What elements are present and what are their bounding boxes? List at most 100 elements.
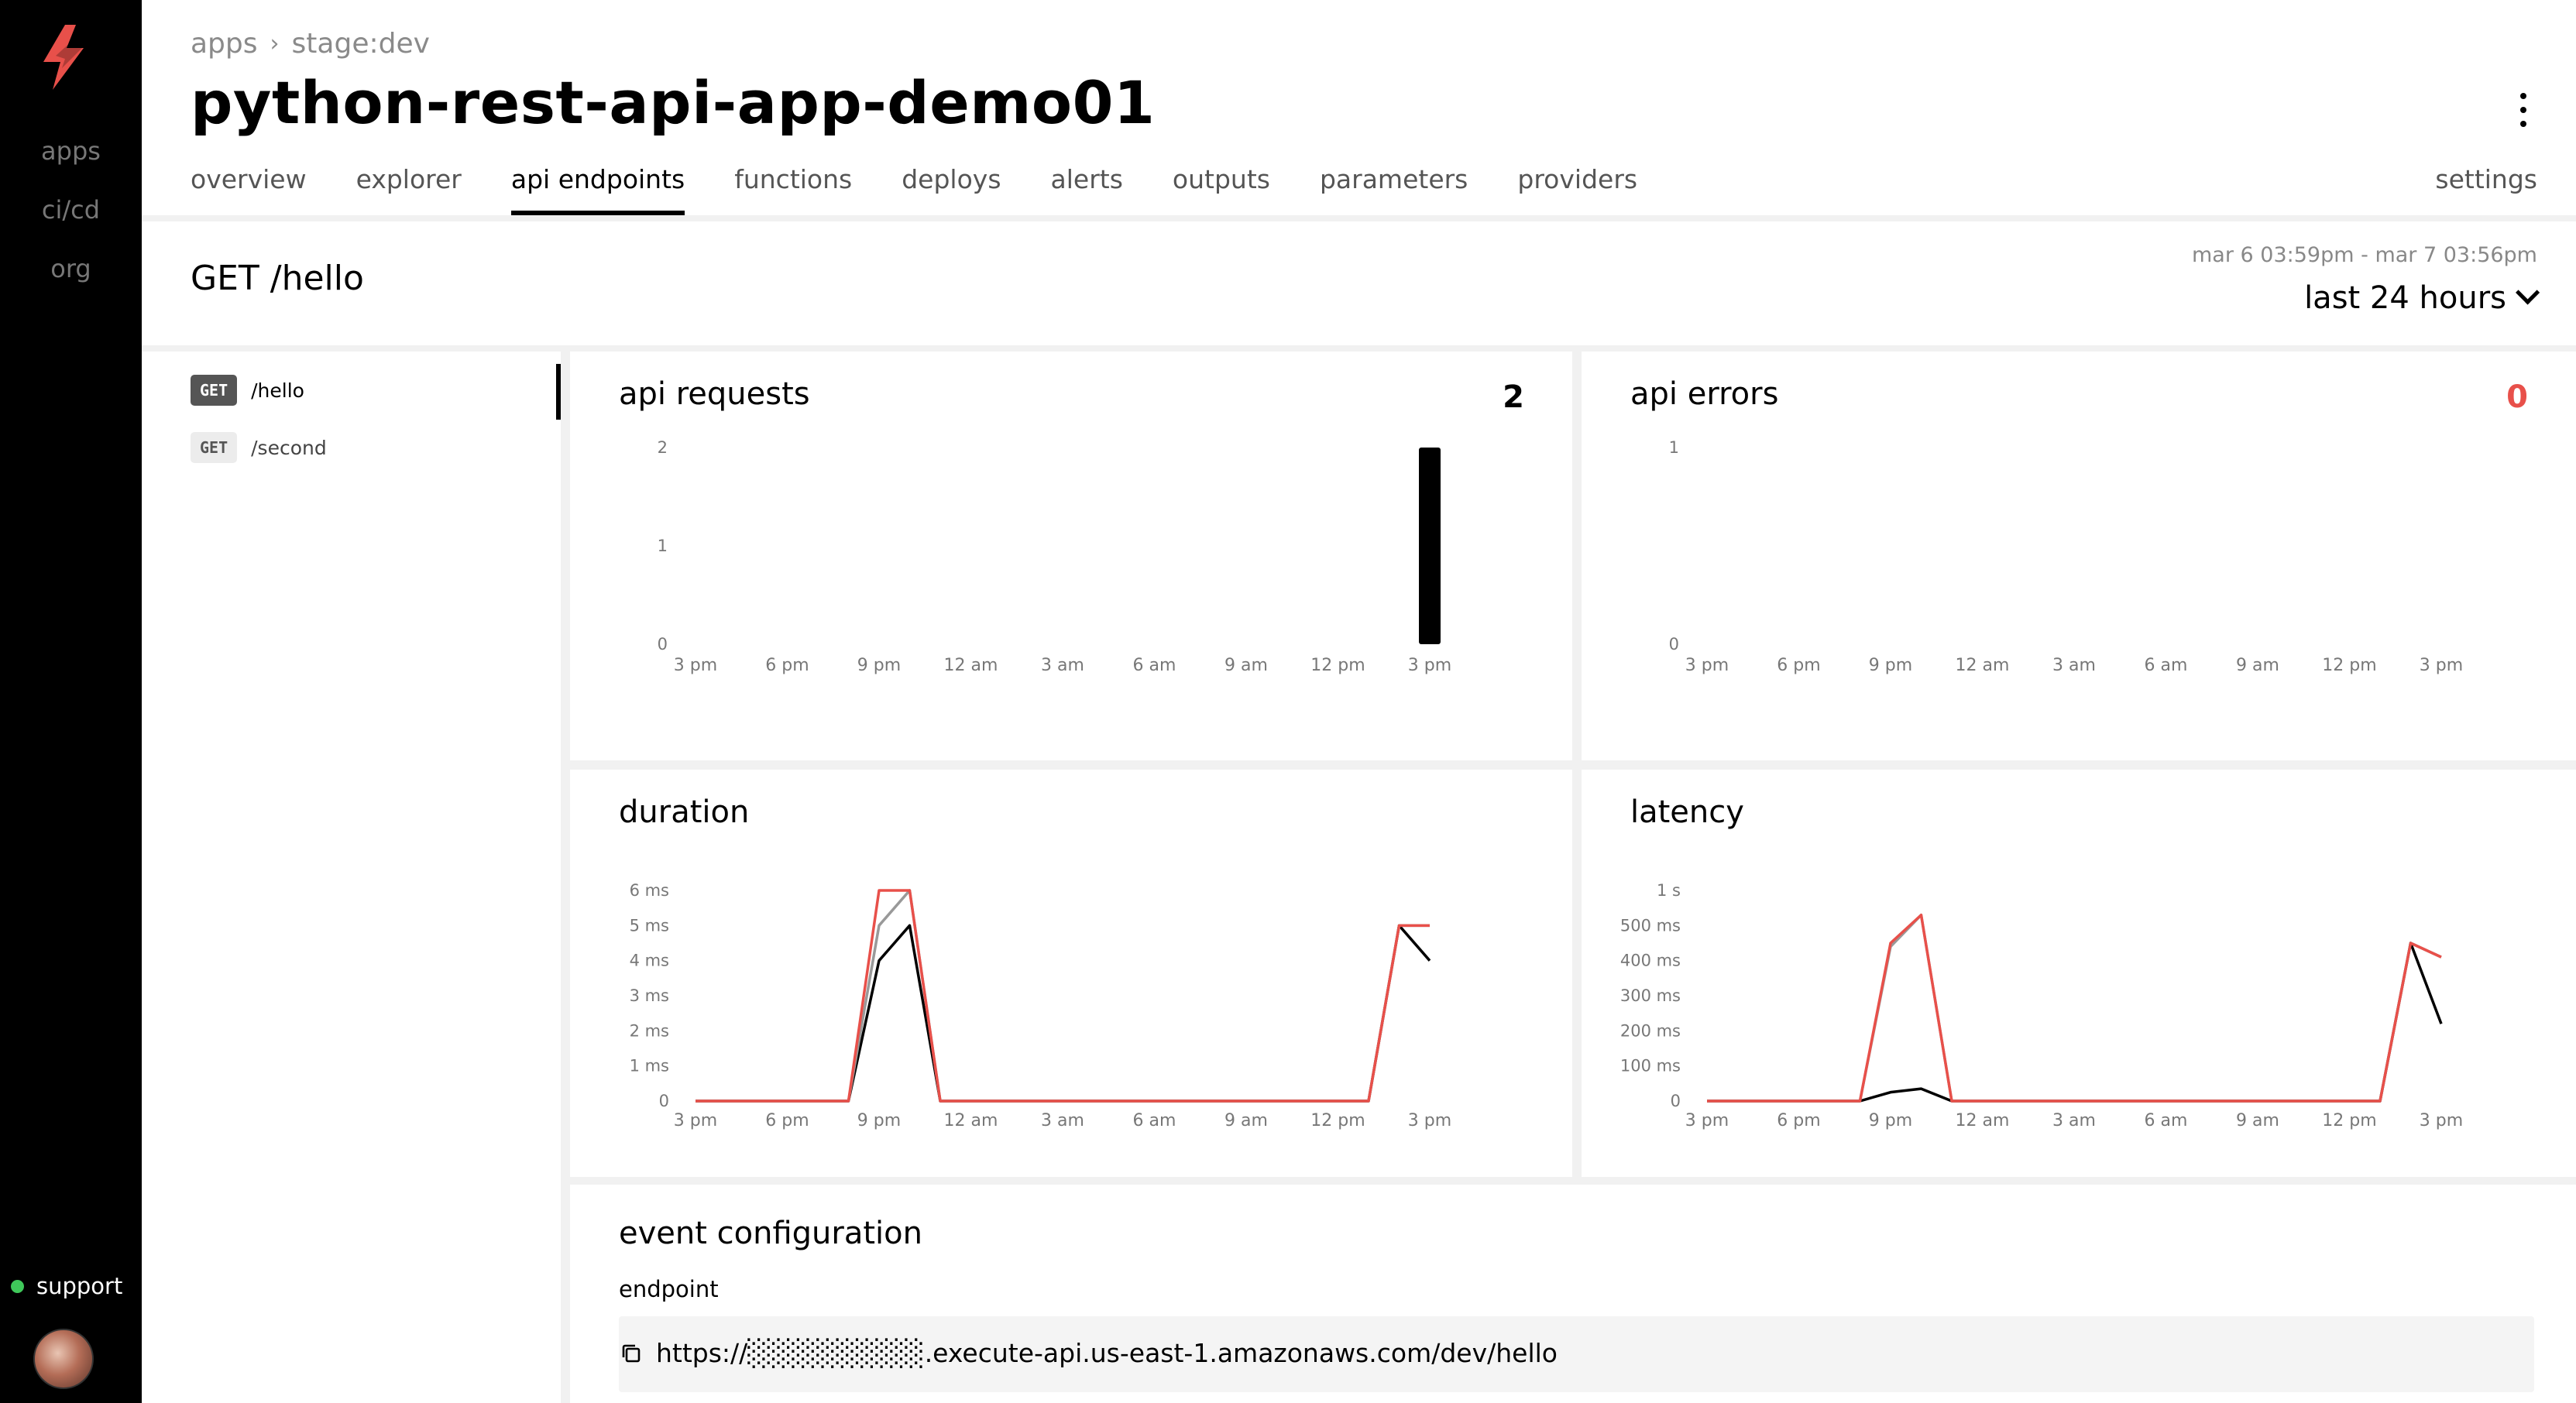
x-tick-label: 3 pm xyxy=(2420,1111,2463,1130)
x-tick-label: 6 am xyxy=(1133,656,1176,675)
x-tick-label: 6 am xyxy=(1133,1111,1176,1130)
chart-series-line xyxy=(1707,913,2442,1103)
x-tick-label: 6 pm xyxy=(765,1111,809,1130)
y-tick-label: 2 xyxy=(658,438,668,457)
breadcrumb-apps[interactable]: apps xyxy=(191,28,258,60)
x-tick-label: 3 pm xyxy=(1685,1111,1729,1130)
api-requests-chart: 3 pm 6 pm 9 pm 12 am 3 am 6 am 9 am 12 pm 3 pm 0 1… xyxy=(658,438,1452,675)
y-tick-label: 6 ms xyxy=(630,881,669,900)
tab-providers[interactable]: providers xyxy=(1517,164,1637,215)
user-avatar[interactable] xyxy=(33,1329,94,1389)
endpoint-title: GET /hello xyxy=(191,259,364,298)
tab-functions[interactable]: functions xyxy=(734,164,852,215)
x-tick-label: 12 pm xyxy=(2322,1111,2376,1130)
card-title: event configuration xyxy=(619,1216,922,1251)
chevron-right-icon: › xyxy=(270,30,280,57)
y-tick-label: 5 ms xyxy=(630,916,669,935)
more-options-icon[interactable] xyxy=(2519,93,2528,127)
support-link[interactable]: support xyxy=(11,1273,122,1299)
endpoint-bar: GET /hello mar 6 03:59pm - mar 7 03:56pm… xyxy=(142,221,2576,345)
time-range-caption: mar 6 03:59pm - mar 7 03:56pm xyxy=(2192,243,2537,267)
x-tick-label: 3 am xyxy=(2052,1111,2096,1130)
breadcrumb-stage[interactable]: stage:dev xyxy=(292,28,430,60)
breadcrumb: apps › stage:dev xyxy=(191,28,430,60)
tab-parameters[interactable]: parameters xyxy=(1320,164,1468,215)
tab-deploys[interactable]: deploys xyxy=(902,164,1001,215)
x-tick-label: 12 am xyxy=(1956,1111,2010,1130)
rail-nav-org[interactable]: org xyxy=(0,254,142,283)
chart-series-line xyxy=(696,924,1431,1103)
chart-bar xyxy=(1419,448,1441,644)
duration-card: duration 3 pm 6 pm 9 pm 12 am 3 am 6 am 9 am 12… xyxy=(570,770,1572,1177)
tab-overview[interactable]: overview xyxy=(191,164,307,215)
route-item-hello[interactable]: GET /hello xyxy=(191,375,304,406)
x-tick-label: 12 am xyxy=(944,656,998,675)
tab-api-endpoints[interactable]: api endpoints xyxy=(510,164,685,215)
y-tick-label: 2 ms xyxy=(630,1021,669,1040)
x-tick-label: 3 am xyxy=(2052,656,2096,675)
y-tick-label: 0 xyxy=(1669,635,1679,653)
chart-series-line xyxy=(696,889,1430,1103)
x-tick-label: 9 pm xyxy=(1869,1111,1912,1130)
left-rail: apps ci/cd org support xyxy=(0,0,142,1403)
x-tick-label: 9 pm xyxy=(857,1111,901,1130)
y-tick-label: 3 ms xyxy=(630,986,669,1005)
copy-icon[interactable] xyxy=(619,1341,644,1366)
x-tick-label: 3 pm xyxy=(2420,656,2463,675)
x-tick-label: 6 pm xyxy=(765,656,809,675)
x-tick-label: 9 pm xyxy=(1869,656,1912,675)
route-path: /hello xyxy=(251,379,304,402)
tab-outputs[interactable]: outputs xyxy=(1173,164,1270,215)
y-tick-label: 1 xyxy=(1669,438,1679,457)
x-tick-label: 9 am xyxy=(1224,1111,1268,1130)
active-route-indicator xyxy=(556,364,561,420)
chevron-down-icon xyxy=(2516,280,2540,305)
y-tick-label: 1 ms xyxy=(630,1057,669,1075)
x-tick-label: 3 pm xyxy=(674,656,717,675)
api-errors-chart: 3 pm 6 pm 9 pm 12 am 3 am 6 am 9 am 12 pm 3 pm 0 1 xyxy=(1669,438,2464,675)
time-range-label: last 24 hours xyxy=(2304,280,2506,316)
endpoint-label: endpoint xyxy=(619,1276,719,1302)
app-header: apps › stage:dev python-rest-api-app-dem… xyxy=(142,0,2576,215)
time-range-dropdown[interactable]: last 24 hours xyxy=(2304,280,2540,316)
api-requests-card: api requests 2 3 pm 6 pm 9 pm 12 am 3 am 6 am… xyxy=(570,352,1572,760)
method-badge: GET xyxy=(191,432,238,463)
x-tick-label: 3 pm xyxy=(674,1111,717,1130)
tab-alerts[interactable]: alerts xyxy=(1051,164,1123,215)
method-badge: GET xyxy=(191,375,238,406)
x-tick-label: 3 pm xyxy=(1408,656,1451,675)
support-label: support xyxy=(36,1273,123,1299)
y-tick-label: 300 ms xyxy=(1620,986,1681,1005)
chart-series-line xyxy=(1707,942,2443,1103)
chart-series-line xyxy=(1707,913,2442,1103)
x-tick-label: 6 am xyxy=(2145,1111,2188,1130)
duration-chart: 3 pm 6 pm 9 pm 12 am 3 am 6 am 9 am 12 pm 3 pm 0 1… xyxy=(630,881,1452,1130)
x-tick-label: 3 pm xyxy=(1685,656,1729,675)
route-path: /second xyxy=(251,436,327,459)
y-tick-label: 100 ms xyxy=(1620,1057,1681,1075)
status-dot-icon xyxy=(11,1279,24,1293)
tab-settings[interactable]: settings xyxy=(2435,164,2537,194)
route-item-second[interactable]: GET /second xyxy=(191,432,327,463)
rail-nav-cicd[interactable]: ci/cd xyxy=(0,195,142,225)
tab-explorer[interactable]: explorer xyxy=(356,164,462,215)
endpoint-url[interactable]: https://░░░░░░░░░.execute-api.us-east-1.… xyxy=(656,1338,1558,1368)
x-tick-label: 9 pm xyxy=(857,656,901,675)
y-tick-label: 500 ms xyxy=(1620,916,1681,935)
x-tick-label: 3 pm xyxy=(1408,1111,1451,1130)
rail-nav-apps[interactable]: apps xyxy=(0,136,142,166)
serverless-logo-icon[interactable] xyxy=(39,25,88,90)
x-tick-label: 3 am xyxy=(1041,1111,1084,1130)
y-tick-label: 400 ms xyxy=(1620,952,1681,970)
x-tick-label: 12 pm xyxy=(1310,1111,1365,1130)
endpoint-url-field[interactable]: https://░░░░░░░░░.execute-api.us-east-1.… xyxy=(619,1316,2534,1392)
x-tick-label: 12 pm xyxy=(1310,656,1365,675)
tab-bar: overview explorer api endpoints function… xyxy=(191,164,1687,215)
latency-chart: 3 pm 6 pm 9 pm 12 am 3 am 6 am 9 am 12 pm 3 pm01… xyxy=(1620,881,2463,1130)
y-tick-label: 1 s xyxy=(1657,881,1681,900)
latency-card: latency 3 pm 6 pm 9 pm 12 am 3 am 6 am 9 am 12 … xyxy=(1582,770,2576,1177)
y-tick-label: 0 xyxy=(659,1092,669,1110)
y-tick-label: 0 xyxy=(658,635,668,653)
x-tick-label: 12 am xyxy=(944,1111,998,1130)
y-tick-label: 0 xyxy=(1671,1092,1681,1110)
